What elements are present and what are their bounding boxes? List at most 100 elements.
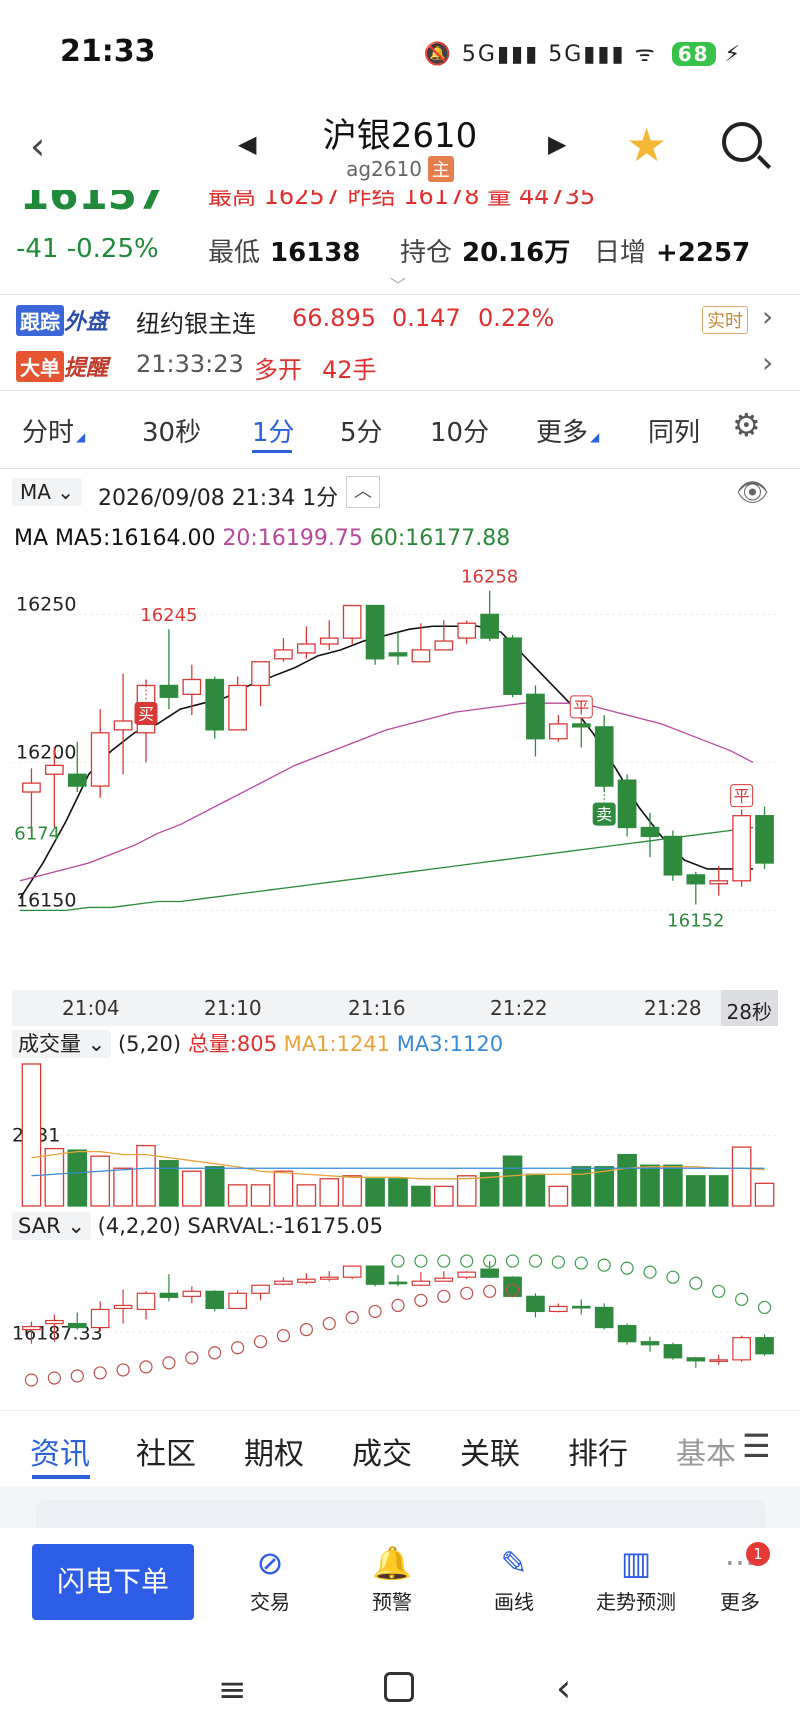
more-label: 更多: [720, 1590, 760, 1614]
sar-candle-body: [732, 1337, 751, 1361]
overseas-pct: 0.22%: [478, 304, 555, 332]
volume-bar: [434, 1185, 454, 1207]
candle-body: [67, 773, 87, 787]
tab-intraday[interactable]: 分时 ◢: [22, 412, 85, 449]
sar-dot: [620, 1261, 634, 1275]
candle-body: [365, 604, 385, 660]
volume-bar: [686, 1175, 706, 1207]
trade-marker-label: 平: [573, 698, 589, 717]
sar-dot: [322, 1316, 336, 1331]
big-order-row[interactable]: 大单 提醒 21:33:23 多开 42手 ›: [0, 342, 800, 386]
candlestick-chart[interactable]: 16250162001615016245162581617416152买平卖平: [12, 560, 778, 990]
chart-book-icon: ▥: [620, 1544, 652, 1582]
tab-5min[interactable]: 5分: [340, 412, 383, 449]
tab-options[interactable]: 期权: [244, 1429, 304, 1473]
trade-button[interactable]: ⊘ 交易: [210, 1544, 330, 1615]
sar-candle-body: [319, 1276, 339, 1280]
eye-icon[interactable]: 👁: [736, 478, 769, 508]
sar-chart[interactable]: 16187.33: [12, 1244, 778, 1394]
tab-basic[interactable]: 基本: [676, 1429, 736, 1473]
system-nav-bar: ≡ ‹: [0, 1640, 800, 1733]
trade-marker-label: 买: [138, 704, 154, 723]
tab-ranking[interactable]: 排行: [568, 1429, 628, 1473]
y-tick-label: 16187.33: [12, 1322, 103, 1344]
hold-label: 持仓: [400, 238, 453, 268]
nav-home-icon[interactable]: [384, 1672, 414, 1702]
sar-candle-body: [297, 1278, 316, 1283]
tab-1min[interactable]: 1分: [252, 412, 295, 449]
volume-bar: [159, 1160, 179, 1207]
low-price: 最低 16138: [208, 232, 360, 269]
volume-chart[interactable]: 2331: [12, 1060, 778, 1210]
gear-icon[interactable]: ⚙: [732, 406, 761, 444]
sar-value: SARVAL:-16175.05: [187, 1214, 383, 1238]
sar-candle-body: [549, 1305, 568, 1313]
sar-dot: [574, 1256, 588, 1270]
trend-forecast-button[interactable]: ▥ 走势预测: [576, 1544, 696, 1615]
low-label: 最低: [208, 238, 261, 268]
contract-code-text: ag2610: [346, 157, 422, 181]
seconds-countdown: 28秒: [720, 990, 778, 1026]
search-icon[interactable]: [722, 122, 762, 162]
favorite-star-icon[interactable]: ★: [626, 118, 667, 172]
sar-dot: [757, 1300, 772, 1315]
tab-more[interactable]: 更多 ◢: [536, 412, 599, 449]
more-button[interactable]: ··· 更多: [680, 1544, 800, 1615]
sar-candle-body: [365, 1265, 385, 1285]
candle-body: [594, 726, 614, 787]
app-header: ‹ ◀ 沪银2610 ag2610 主 ▶ ★: [0, 100, 800, 190]
tab-trades[interactable]: 成交: [352, 1429, 412, 1473]
next-contract-button[interactable]: ▶: [548, 130, 566, 158]
divider: [0, 468, 800, 469]
tab-same-column[interactable]: 同列: [648, 412, 700, 449]
nav-back-icon[interactable]: ‹: [556, 1666, 571, 1710]
candle-body: [411, 649, 431, 663]
tab-news[interactable]: 资讯: [30, 1429, 90, 1473]
sar-candle-body: [709, 1359, 729, 1362]
time-label: 21:28: [644, 996, 702, 1020]
volume-bar: [90, 1155, 110, 1207]
volume-indicator-select[interactable]: 成交量 ⌄: [12, 1030, 112, 1058]
chevron-right-icon[interactable]: ›: [762, 300, 773, 333]
sar-dot: [70, 1369, 84, 1383]
inc-label: 日增: [594, 238, 647, 268]
page-title: 沪银2610: [322, 116, 478, 156]
sar-candle-body: [159, 1292, 179, 1298]
divider: [0, 390, 800, 391]
sar-dot: [253, 1335, 268, 1349]
sar-candle-body: [457, 1271, 477, 1278]
active-tab-underline: [252, 450, 292, 453]
tab-30s[interactable]: 30秒: [142, 412, 201, 449]
nav-menu-icon[interactable]: ≡: [218, 1670, 247, 1710]
sar-dot: [208, 1346, 222, 1360]
battery-icon: 68: [671, 42, 716, 66]
ma60-value: 60:16177.88: [369, 526, 511, 551]
overseas-ticker-row[interactable]: 跟踪 外盘 纽约银主连 66.895 0.147 0.22% 实时 ›: [0, 296, 800, 340]
expand-chevron-icon[interactable]: ﹀: [390, 272, 406, 290]
candle-body: [480, 613, 499, 639]
draw-line-button[interactable]: ✎ 画线: [454, 1544, 574, 1615]
price-annotation: 16258: [461, 567, 518, 588]
news-card[interactable]: [36, 1500, 766, 1528]
sar-candle-body: [755, 1337, 774, 1355]
menu-icon[interactable]: ☰: [742, 1427, 771, 1465]
candle-body: [22, 782, 41, 793]
sar-indicator-select[interactable]: SAR ⌄: [12, 1212, 91, 1240]
time-label: 21:16: [348, 996, 406, 1020]
volume-bar: [113, 1167, 133, 1207]
volume-ma1: MA1:1241: [283, 1032, 391, 1056]
collapse-chevron-icon[interactable]: ︿: [346, 476, 380, 508]
indicator-select[interactable]: MA ⌄: [12, 478, 83, 506]
sar-dot: [299, 1322, 313, 1337]
candle-body: [388, 652, 408, 657]
candle-body: [297, 643, 316, 654]
tab-related[interactable]: 关联: [460, 1429, 520, 1473]
candle-body: [434, 640, 454, 651]
tab-community[interactable]: 社区: [136, 1429, 196, 1473]
tab-10min[interactable]: 10分: [430, 412, 489, 449]
sar-candle-body: [480, 1268, 499, 1278]
chevron-right-icon[interactable]: ›: [762, 346, 773, 379]
alert-button[interactable]: 🔔 预警: [332, 1544, 452, 1615]
flash-order-button[interactable]: 闪电下单: [32, 1544, 194, 1620]
sar-candle-body: [45, 1319, 64, 1325]
